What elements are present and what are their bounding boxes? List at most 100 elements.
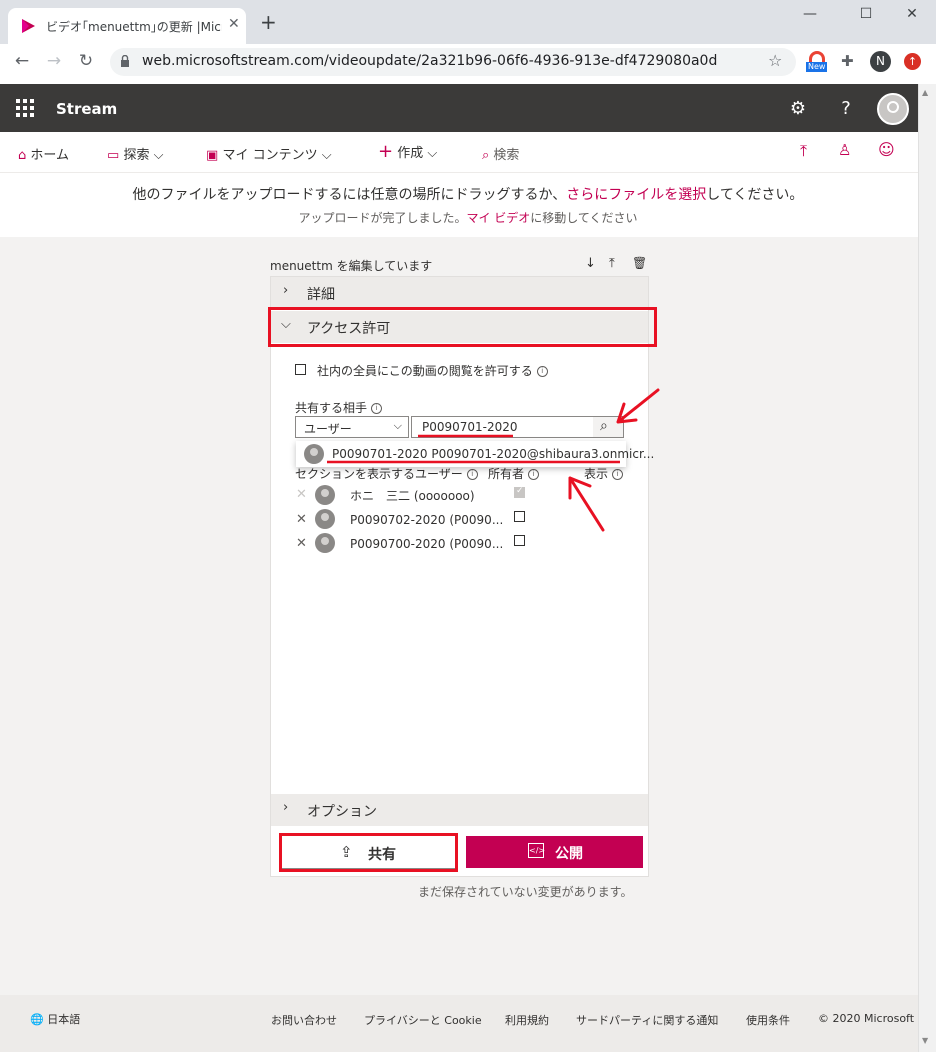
- tab-title: ビデオ｢menuettm｣の更新 |Microso: [46, 20, 222, 34]
- globe-icon: 🌐: [30, 1013, 44, 1026]
- owner-checkbox[interactable]: [514, 511, 525, 522]
- replace-upload-icon[interactable]: ⤒: [609, 256, 615, 271]
- profile-avatar[interactable]: N: [870, 51, 891, 72]
- usage-link[interactable]: 使用条件: [746, 1012, 790, 1028]
- select-files-link[interactable]: さらにファイルを選択: [566, 187, 706, 203]
- info-icon: i: [536, 366, 548, 377]
- help-icon[interactable]: ?: [834, 98, 858, 119]
- remove-user-icon[interactable]: ✕: [296, 536, 307, 551]
- gear-icon[interactable]: ⚙: [786, 98, 810, 119]
- plus-icon: +: [378, 141, 394, 162]
- owner-checkbox: ✓: [514, 486, 525, 498]
- maximize-button[interactable]: ☐: [848, 6, 884, 22]
- home-icon: ⌂: [18, 148, 27, 163]
- close-tab-icon[interactable]: ✕: [228, 16, 240, 32]
- terms-link[interactable]: 利用規約: [505, 1012, 549, 1028]
- share-type-select[interactable]: ユーザー ⌵: [295, 416, 409, 438]
- user-avatar[interactable]: [877, 93, 909, 125]
- options-label: オプション: [307, 804, 377, 820]
- col-users-header: セクションを表示するユーザー i: [295, 465, 478, 482]
- extension-new-icon[interactable]: New: [806, 50, 828, 72]
- app-name[interactable]: Stream: [56, 100, 117, 118]
- nav-explore[interactable]: ▭ 探索 ⌵: [107, 144, 163, 163]
- app-launcher-icon[interactable]: [16, 99, 34, 117]
- update-icon[interactable]: ↑: [904, 53, 921, 70]
- puzzle-icon[interactable]: ✚: [841, 52, 854, 70]
- owner-checkbox[interactable]: [514, 535, 525, 546]
- people-suggestion[interactable]: P0090701-2020 P0090701-2020@shibaura3.on…: [296, 441, 654, 467]
- upload-area[interactable]: [0, 173, 918, 237]
- search-icon: ⌕: [482, 148, 490, 163]
- user-name: P0090700-2020 (P0090...: [350, 537, 504, 551]
- unsaved-changes-message: まだ保存されていない変更があります。: [418, 885, 633, 899]
- scroll-up-arrow[interactable]: ▲: [922, 88, 928, 97]
- lock-icon: [121, 55, 129, 67]
- bookmark-star-icon[interactable]: ☆: [768, 51, 782, 70]
- embed-icon: </>: [528, 843, 545, 858]
- options-section-header[interactable]: › オプション: [271, 794, 648, 826]
- publish-button[interactable]: </> 公開: [466, 836, 643, 868]
- details-section-header[interactable]: › 詳細: [271, 277, 648, 309]
- scroll-down-arrow[interactable]: ▼: [922, 1036, 928, 1045]
- copyright: © 2020 Microsoft: [818, 1012, 915, 1025]
- new-badge: New: [806, 62, 828, 72]
- delete-icon[interactable]: 🗑: [632, 256, 647, 270]
- feedback-smile-icon[interactable]: ☺: [878, 140, 895, 159]
- chevron-down-icon: ⌵: [393, 419, 402, 432]
- video-icon: ▣: [206, 148, 219, 163]
- chevron-down-icon: ⌵: [281, 317, 291, 332]
- browser-tab[interactable]: ビデオ｢menuettm｣の更新 |Microso ✕: [8, 8, 246, 44]
- close-window-button[interactable]: ✕: [894, 6, 930, 22]
- info-icon: i: [466, 469, 478, 480]
- page-scrollbar[interactable]: [918, 84, 936, 1052]
- info-icon: i: [371, 403, 383, 414]
- access-label: アクセス許可: [307, 321, 391, 337]
- col-display-header: 表示 i: [584, 465, 624, 482]
- url-text[interactable]: web.microsoftstream.com/videoupdate/2a32…: [142, 53, 717, 69]
- share-search-button[interactable]: ⌕: [593, 417, 623, 437]
- remove-user-icon[interactable]: ✕: [296, 512, 307, 527]
- privacy-link[interactable]: プライバシーと Cookie: [364, 1012, 482, 1028]
- chevron-right-icon: ›: [283, 800, 289, 815]
- user-name: ホニ 三二 (ooooooo): [350, 489, 475, 503]
- upload-icon[interactable]: ⤒: [800, 141, 807, 161]
- back-button[interactable]: ←: [10, 51, 34, 71]
- contact-link[interactable]: お問い合わせ: [271, 1012, 337, 1028]
- language-selector[interactable]: 🌐 日本語: [30, 1011, 80, 1027]
- info-icon: i: [612, 469, 624, 480]
- upload-instructions: 他のファイルをアップロードするには任意の場所にドラッグするか、さらにファイルを選…: [132, 187, 804, 203]
- editor-title: menuettm を編集しています: [270, 259, 433, 273]
- share-button[interactable]: ⇪ 共有: [281, 835, 456, 869]
- col-owner-header: 所有者 i: [488, 465, 540, 482]
- reload-button[interactable]: ↻: [74, 51, 98, 71]
- nav-my-content[interactable]: ▣ マイ コンテンツ ⌵: [206, 144, 332, 163]
- minimize-button[interactable]: —: [792, 6, 828, 22]
- details-label: 詳細: [307, 287, 335, 303]
- nav-search[interactable]: ⌕ 検索: [482, 144, 519, 163]
- add-person-icon[interactable]: ♙: [838, 141, 851, 159]
- remove-user-icon: ✕: [296, 487, 307, 502]
- user-name: P0090702-2020 (P0090...: [350, 513, 504, 527]
- nav-home[interactable]: ⌂ ホーム: [18, 144, 69, 163]
- access-section-header[interactable]: ⌵ アクセス許可: [271, 311, 648, 343]
- share-icon: ⇪: [340, 843, 353, 861]
- new-tab-button[interactable]: +: [260, 12, 277, 32]
- stream-header: [0, 84, 918, 132]
- explore-icon: ▭: [107, 148, 120, 163]
- upload-complete-message: アップロードが完了しました。マイ ビデオに移動してください: [298, 211, 638, 225]
- nav-create[interactable]: + 作成 ⌵: [378, 141, 437, 162]
- allow-company-checkbox[interactable]: [295, 364, 306, 375]
- download-icon[interactable]: ↓: [585, 256, 596, 271]
- person-icon: [315, 509, 335, 529]
- suggestion-text: P0090701-2020 P0090701-2020@shibaura3.on…: [332, 447, 655, 461]
- chevron-right-icon: ›: [283, 283, 289, 298]
- share-with-label: 共有する相手 i: [295, 399, 383, 416]
- info-icon: i: [528, 469, 540, 480]
- stream-logo-icon: [22, 19, 35, 33]
- search-icon: ⌕: [600, 418, 608, 434]
- my-videos-link[interactable]: マイ ビデオ: [466, 211, 530, 225]
- person-icon: [315, 485, 335, 505]
- third-party-link[interactable]: サードパーティに関する通知: [576, 1012, 718, 1028]
- person-icon: [304, 444, 324, 464]
- forward-button[interactable]: →: [42, 51, 66, 71]
